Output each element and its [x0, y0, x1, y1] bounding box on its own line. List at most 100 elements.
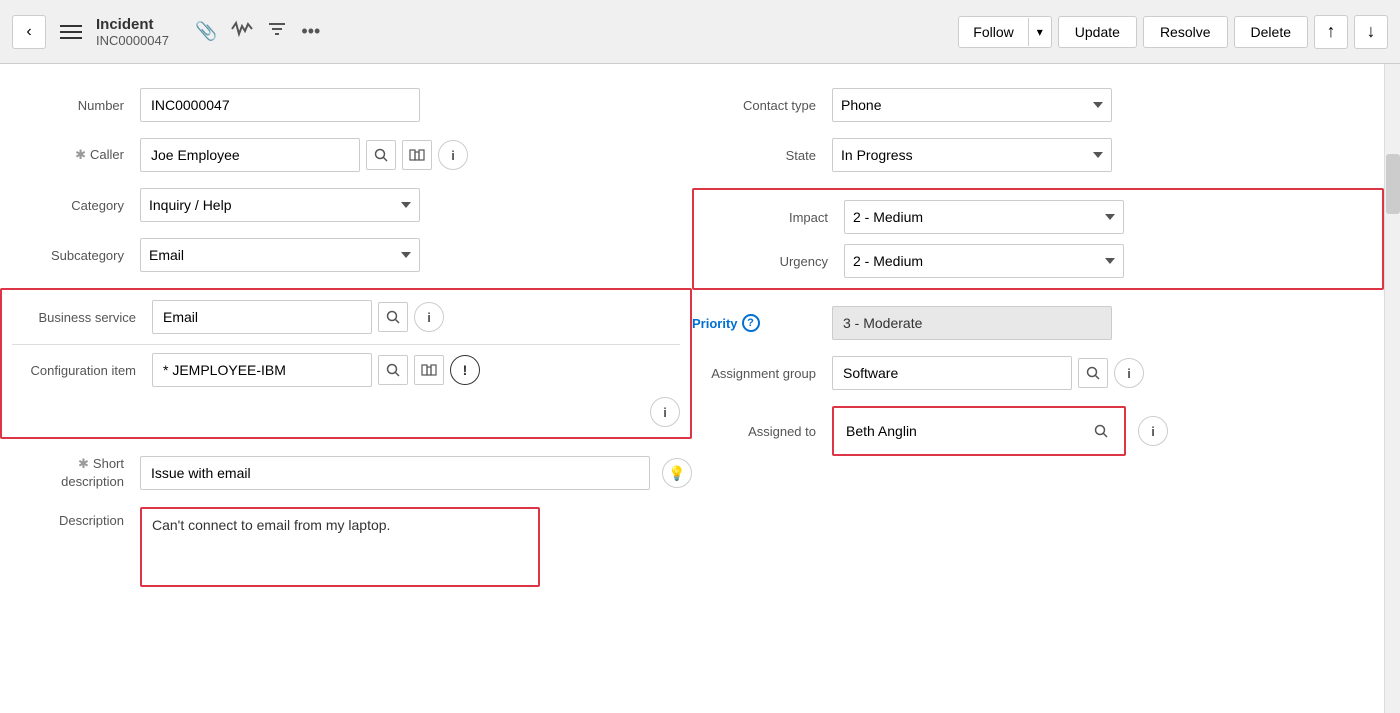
assignment-info-button[interactable]: i: [1114, 358, 1144, 388]
delete-button[interactable]: Delete: [1234, 16, 1308, 48]
update-button[interactable]: Update: [1058, 16, 1137, 48]
config-warn-button[interactable]: !: [450, 355, 480, 385]
config-search-button[interactable]: [378, 355, 408, 385]
assigned-to-input[interactable]: [842, 414, 1082, 448]
record-title: Incident INC0000047: [96, 16, 169, 48]
info-icon: i: [1151, 424, 1155, 439]
caller-row: Caller i: [0, 138, 692, 172]
priority-label: Priority ?: [692, 314, 832, 332]
info-icon: i: [1127, 366, 1131, 381]
caller-info-button[interactable]: i: [438, 140, 468, 170]
filter-icon[interactable]: [267, 20, 287, 43]
priority-link[interactable]: Priority ?: [692, 314, 816, 332]
urgency-select[interactable]: 1 - High 2 - Medium 3 - Low: [844, 244, 1124, 278]
urgency-label: Urgency: [704, 254, 844, 269]
impact-select[interactable]: 1 - High 2 - Medium 3 - Low: [844, 200, 1124, 234]
priority-value: 3 - Moderate: [832, 306, 1112, 340]
contact-type-row: Contact type Phone Email Web Walk-in Sel…: [692, 88, 1384, 122]
form-section: Number Caller: [0, 64, 1384, 603]
business-config-group: Business service i Co: [0, 288, 692, 439]
hamburger-icon: [60, 37, 82, 39]
config-item-input[interactable]: [152, 353, 372, 387]
impact-label: Impact: [704, 210, 844, 225]
incident-number: INC0000047: [96, 33, 169, 48]
number-input[interactable]: [140, 88, 420, 122]
contact-type-select[interactable]: Phone Email Web Walk-in Self-service: [832, 88, 1112, 122]
state-select[interactable]: New In Progress On Hold Resolved Closed …: [832, 138, 1112, 172]
attachment-icon[interactable]: 📎: [195, 21, 217, 42]
subcategory-row: Subcategory Email Other: [0, 238, 692, 272]
subcategory-label: Subcategory: [0, 248, 140, 263]
business-search-button[interactable]: [378, 302, 408, 332]
state-row: State New In Progress On Hold Resolved C…: [692, 138, 1384, 172]
back-button[interactable]: ‹: [12, 15, 46, 49]
number-row: Number: [0, 88, 692, 122]
hamburger-icon: [60, 31, 82, 33]
config-item-label: Configuration item: [12, 363, 152, 378]
info-icon: i: [451, 148, 455, 163]
impact-urgency-group: Impact 1 - High 2 - Medium 3 - Low Urgen…: [692, 188, 1384, 290]
caller-map-button[interactable]: [402, 140, 432, 170]
category-label: Category: [0, 198, 140, 213]
resolve-button[interactable]: Resolve: [1143, 16, 1228, 48]
assigned-to-label: Assigned to: [692, 424, 832, 439]
priority-info-icon[interactable]: ?: [742, 314, 760, 332]
assigned-search-button[interactable]: [1086, 416, 1116, 446]
state-label: State: [692, 148, 832, 163]
assignment-group-row: Assignment group i: [692, 356, 1384, 390]
warning-icon: !: [463, 362, 468, 378]
business-service-row: Business service i: [12, 300, 680, 334]
business-info-button[interactable]: i: [414, 302, 444, 332]
incident-label: Incident: [96, 16, 169, 33]
config-info-button[interactable]: i: [650, 397, 680, 427]
priority-text: Priority: [692, 316, 738, 331]
caller-label: Caller: [0, 147, 140, 163]
bulb-icon: 💡: [668, 465, 685, 482]
nav-up-button[interactable]: ↑: [1314, 15, 1348, 49]
follow-button[interactable]: Follow ▾: [958, 16, 1052, 48]
number-label: Number: [0, 98, 140, 113]
description-row: Description Can't connect to email from …: [0, 507, 692, 587]
scrollbar-thumb[interactable]: [1386, 154, 1400, 214]
follow-dropdown[interactable]: ▾: [1028, 18, 1051, 46]
config-map-button[interactable]: [414, 355, 444, 385]
activity-icon[interactable]: [231, 20, 253, 43]
assigned-to-group: [832, 406, 1126, 456]
nav-down-button[interactable]: ↓: [1354, 15, 1388, 49]
caller-input[interactable]: [140, 138, 360, 172]
business-service-input[interactable]: [152, 300, 372, 334]
subcategory-select[interactable]: Email Other: [140, 238, 420, 272]
right-column: Contact type Phone Email Web Walk-in Sel…: [692, 88, 1384, 603]
scrollbar-track[interactable]: [1384, 64, 1400, 713]
business-service-label: Business service: [12, 310, 152, 325]
contact-type-label: Contact type: [692, 98, 832, 113]
short-description-row: Shortdescription 💡: [0, 455, 692, 491]
hamburger-icon: [60, 25, 82, 27]
config-item-row: Configuration item !: [12, 353, 680, 387]
follow-main[interactable]: Follow: [959, 17, 1027, 47]
category-select[interactable]: Inquiry / Help Software Hardware Network…: [140, 188, 420, 222]
assigned-info-button[interactable]: i: [1138, 416, 1168, 446]
hamburger-button[interactable]: [56, 21, 86, 43]
info-icon: i: [427, 310, 431, 325]
short-description-input[interactable]: [140, 456, 650, 490]
short-desc-bulb-button[interactable]: 💡: [662, 458, 692, 488]
back-icon: ‹: [26, 23, 31, 41]
assignment-search-button[interactable]: [1078, 358, 1108, 388]
toolbar-icons: 📎 •••: [195, 20, 320, 43]
description-textarea[interactable]: Can't connect to email from my laptop.: [140, 507, 540, 587]
toolbar: ‹ Incident INC0000047 📎: [0, 0, 1400, 64]
info-icon: i: [663, 405, 667, 420]
short-description-label: Shortdescription: [0, 455, 140, 491]
assigned-to-row: Assigned to i: [692, 406, 1384, 456]
left-column: Number Caller: [0, 88, 692, 603]
urgency-row: Urgency 1 - High 2 - Medium 3 - Low: [704, 244, 1372, 278]
description-label: Description: [0, 507, 140, 528]
assignment-group-label: Assignment group: [692, 366, 832, 381]
more-icon[interactable]: •••: [301, 21, 320, 42]
impact-row: Impact 1 - High 2 - Medium 3 - Low: [704, 200, 1372, 234]
assignment-group-input[interactable]: [832, 356, 1072, 390]
caller-search-button[interactable]: [366, 140, 396, 170]
category-row: Category Inquiry / Help Software Hardwar…: [0, 188, 692, 222]
priority-row: Priority ? 3 - Moderate: [692, 306, 1384, 340]
